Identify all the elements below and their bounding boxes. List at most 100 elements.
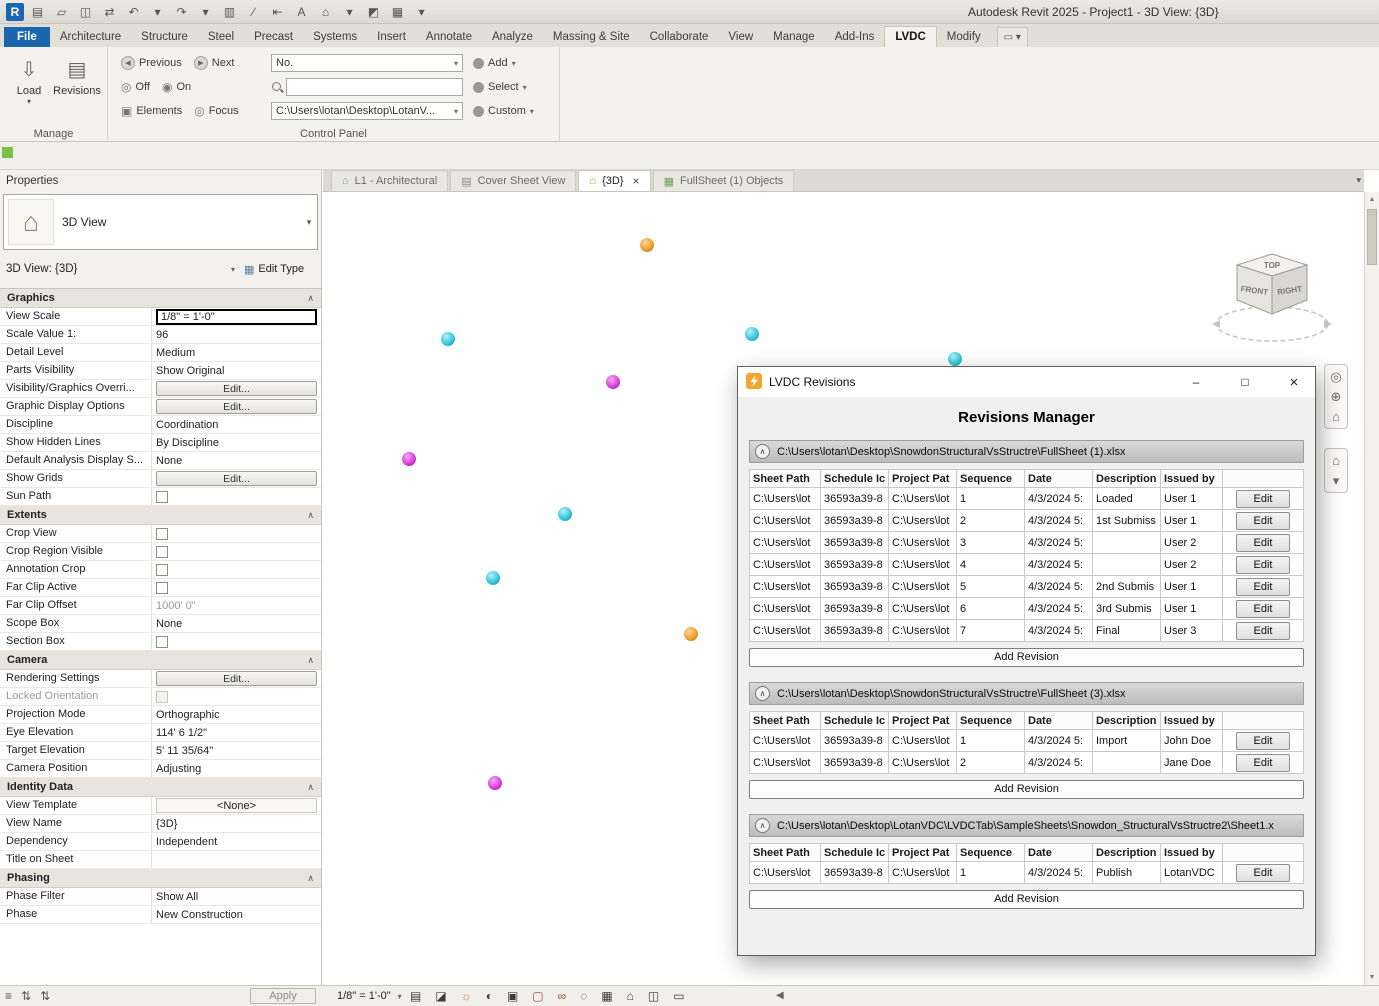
column-header[interactable]: Schedule Ic bbox=[821, 712, 889, 730]
custom-button[interactable]: Custom ▾ bbox=[468, 103, 539, 119]
show-analytical-model-icon[interactable]: ⌂ bbox=[627, 989, 634, 1003]
edit-button[interactable]: Edit bbox=[1236, 864, 1290, 882]
revision-cell[interactable]: C:\Users\lot bbox=[889, 598, 957, 620]
ribbon-tab-file[interactable]: File bbox=[4, 27, 50, 47]
revision-cell[interactable]: LotanVDC bbox=[1161, 862, 1223, 884]
3d-view-dropdown-icon[interactable]: ▾ bbox=[339, 3, 360, 21]
revision-cell[interactable]: C:\Users\lot bbox=[750, 532, 821, 554]
ribbon-tab-precast[interactable]: Precast bbox=[244, 27, 303, 47]
collapse-icon[interactable]: ∧ bbox=[755, 444, 770, 459]
revision-cell[interactable]: 4/3/2024 5: bbox=[1025, 510, 1093, 532]
column-header[interactable]: Description bbox=[1093, 712, 1161, 730]
revision-cell[interactable]: Jane Doe bbox=[1161, 752, 1223, 774]
home-icon[interactable]: ⌂ bbox=[1332, 410, 1340, 423]
revision-cell[interactable]: Final bbox=[1093, 620, 1161, 642]
reveal-hidden-elements-icon[interactable]: ◌ bbox=[580, 989, 587, 1003]
revision-cell[interactable]: User 1 bbox=[1161, 510, 1223, 532]
property-value-text[interactable]: Show All bbox=[156, 891, 198, 903]
view-cube[interactable]: TOP FRONT RIGHT bbox=[1207, 242, 1337, 350]
property-value-text[interactable]: None bbox=[156, 618, 182, 630]
properties-section-camera[interactable]: Camera∧ bbox=[0, 651, 321, 670]
revision-cell[interactable]: User 3 bbox=[1161, 620, 1223, 642]
ribbon-tab-systems[interactable]: Systems bbox=[303, 27, 367, 47]
column-header[interactable]: Sheet Path bbox=[750, 844, 821, 862]
viewcube-top-label[interactable]: TOP bbox=[1264, 261, 1281, 270]
sun-path-icon[interactable]: ☼ bbox=[461, 989, 472, 1003]
revision-cell[interactable]: 1 bbox=[957, 730, 1025, 752]
ribbon-tab-architecture[interactable]: Architecture bbox=[50, 27, 131, 47]
sphere-orange[interactable] bbox=[640, 238, 654, 252]
revision-cell[interactable]: C:\Users\lot bbox=[889, 532, 957, 554]
crop-view-icon[interactable]: ▣ bbox=[507, 989, 518, 1003]
revision-cell[interactable]: User 2 bbox=[1161, 554, 1223, 576]
column-header[interactable]: Issued by bbox=[1161, 712, 1223, 730]
property-value-text[interactable]: Orthographic bbox=[156, 709, 220, 721]
elements-button[interactable]: ▣ Elements bbox=[116, 102, 187, 120]
revision-cell[interactable]: 2 bbox=[957, 510, 1025, 532]
editable-only-icon[interactable]: ▭ bbox=[673, 989, 684, 1003]
off-button[interactable]: ◎ Off bbox=[116, 78, 155, 96]
view-selector-combo[interactable]: 3D View: {3D} ▾ bbox=[1, 258, 240, 280]
close-icon[interactable]: × bbox=[633, 174, 640, 188]
revision-cell[interactable] bbox=[1093, 532, 1161, 554]
undo-icon[interactable]: ↶ bbox=[123, 3, 144, 21]
vertical-scrollbar[interactable]: ▲ ▼ bbox=[1364, 192, 1379, 985]
property-value-text[interactable]: Medium bbox=[156, 347, 195, 359]
revision-cell[interactable]: 36593a39-8 bbox=[821, 752, 889, 774]
sphere-cyan[interactable] bbox=[948, 352, 962, 366]
edit-button[interactable]: Edit bbox=[1236, 512, 1290, 530]
edit-type-button[interactable]: ▦ Edit Type bbox=[240, 258, 320, 280]
sort-alpha-icon[interactable]: ⇅ bbox=[40, 989, 50, 1003]
revision-cell[interactable]: 7 bbox=[957, 620, 1025, 642]
column-header[interactable]: Date bbox=[1025, 712, 1093, 730]
revision-cell[interactable]: C:\Users\lot bbox=[889, 620, 957, 642]
edit-button[interactable]: Edit bbox=[1236, 600, 1290, 618]
app-menu-icon[interactable]: ▤ bbox=[27, 3, 48, 21]
file-section-header[interactable]: ∧C:\Users\lotan\Desktop\LotanVDC\LVDCTab… bbox=[749, 814, 1304, 837]
worksharing-display-icon[interactable]: ◫ bbox=[648, 989, 659, 1003]
property-value-text[interactable]: 96 bbox=[156, 329, 168, 341]
revision-cell[interactable]: 6 bbox=[957, 598, 1025, 620]
revision-cell[interactable] bbox=[1093, 554, 1161, 576]
revision-cell[interactable]: C:\Users\lot bbox=[750, 752, 821, 774]
property-value-text[interactable]: By Discipline bbox=[156, 437, 219, 449]
properties-section-phasing[interactable]: Phasing∧ bbox=[0, 869, 321, 888]
property-value-text[interactable]: Adjusting bbox=[156, 763, 201, 775]
revision-cell[interactable]: C:\Users\lot bbox=[750, 598, 821, 620]
measure-icon[interactable]: ∕ bbox=[243, 3, 264, 21]
column-header[interactable]: Sequence bbox=[957, 712, 1025, 730]
revision-cell[interactable]: 4/3/2024 5: bbox=[1025, 488, 1093, 510]
maximize-button[interactable]: □ bbox=[1224, 367, 1266, 397]
revision-cell[interactable]: John Doe bbox=[1161, 730, 1223, 752]
revision-cell[interactable]: 4/3/2024 5: bbox=[1025, 862, 1093, 884]
revision-cell[interactable]: C:\Users\lot bbox=[889, 510, 957, 532]
ribbon-tab-annotate[interactable]: Annotate bbox=[416, 27, 482, 47]
add-button[interactable]: Add ▾ bbox=[468, 55, 521, 71]
default-3d-view-icon[interactable]: ⌂ bbox=[315, 3, 336, 21]
add-revision-button[interactable]: Add Revision bbox=[749, 648, 1304, 667]
sphere-magenta[interactable] bbox=[402, 452, 416, 466]
revision-cell[interactable]: User 2 bbox=[1161, 532, 1223, 554]
collapse-icon[interactable]: ∧ bbox=[755, 686, 770, 701]
revision-cell[interactable]: C:\Users\lot bbox=[889, 730, 957, 752]
sort-ascending-icon[interactable]: ⇅ bbox=[21, 989, 31, 1003]
revision-cell[interactable]: 4/3/2024 5: bbox=[1025, 554, 1093, 576]
properties-section-graphics[interactable]: Graphics∧ bbox=[0, 289, 321, 308]
column-header[interactable]: Project Pat bbox=[889, 844, 957, 862]
edit-button[interactable]: Edit bbox=[1236, 556, 1290, 574]
column-header[interactable]: Sheet Path bbox=[750, 470, 821, 488]
revision-cell[interactable]: C:\Users\lot bbox=[889, 554, 957, 576]
sphere-magenta[interactable] bbox=[606, 375, 620, 389]
edit-button[interactable]: Edit bbox=[1236, 534, 1290, 552]
sphere-magenta[interactable] bbox=[488, 776, 502, 790]
property-value-text[interactable]: New Construction bbox=[156, 909, 243, 921]
file-section-header[interactable]: ∧C:\Users\lotan\Desktop\SnowdonStructura… bbox=[749, 440, 1304, 463]
view-tab[interactable]: ▤Cover Sheet View bbox=[450, 170, 576, 191]
revision-cell[interactable]: 36593a39-8 bbox=[821, 554, 889, 576]
edit-button[interactable]: Edit bbox=[1236, 578, 1290, 596]
ribbon-tab-massing-site[interactable]: Massing & Site bbox=[543, 27, 640, 47]
shadows-icon[interactable]: ◐ bbox=[486, 989, 493, 1003]
column-header[interactable]: Sheet Path bbox=[750, 712, 821, 730]
revision-cell[interactable]: User 1 bbox=[1161, 488, 1223, 510]
scroll-left-icon[interactable]: ◀ bbox=[776, 990, 784, 1001]
